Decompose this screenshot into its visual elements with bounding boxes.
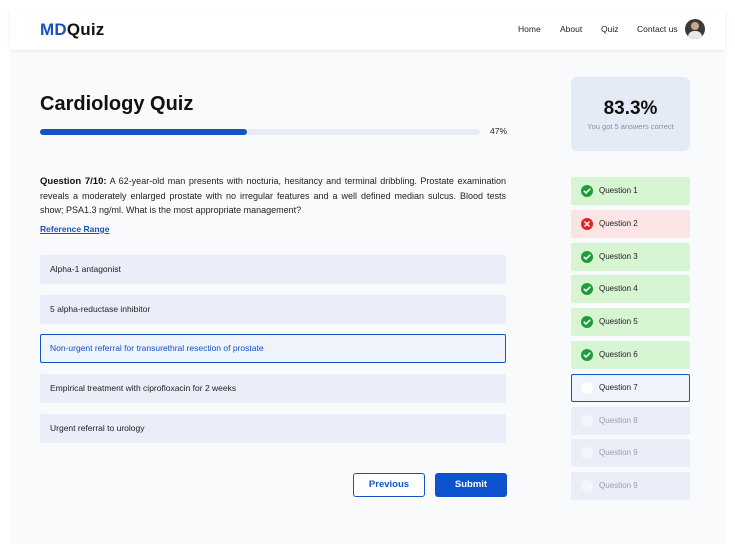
question-nav-item[interactable]: Question 2 bbox=[571, 209, 690, 238]
nav-home[interactable]: Home bbox=[518, 24, 541, 34]
nav-about[interactable]: About bbox=[560, 24, 582, 34]
check-circle-icon bbox=[581, 349, 593, 361]
submit-button[interactable]: Submit bbox=[435, 473, 507, 497]
question-nav-label: Question 5 bbox=[599, 317, 638, 327]
question-nav-item[interactable]: Question 1 bbox=[571, 177, 690, 205]
progress-fill bbox=[40, 129, 247, 135]
question-nav-item[interactable]: Question 9 bbox=[571, 439, 690, 468]
x-circle-icon bbox=[581, 217, 593, 230]
avatar-body bbox=[688, 31, 702, 39]
question-body: A 62-year-old man presents with nocturia… bbox=[40, 176, 506, 215]
check-circle-icon bbox=[581, 185, 593, 197]
question-nav-item[interactable]: Question 9 bbox=[571, 472, 690, 501]
question-nav-label: Question 3 bbox=[599, 251, 638, 261]
logo-quiz: Quiz bbox=[66, 20, 105, 39]
check-circle-icon bbox=[581, 250, 593, 263]
nav-contact[interactable]: Contact us bbox=[637, 24, 678, 34]
question-number: Question 7/10: bbox=[40, 176, 107, 187]
avatar[interactable] bbox=[685, 19, 705, 39]
question-nav-label: Question 7 bbox=[599, 382, 638, 392]
answer-option[interactable]: Alpha-1 antagonist bbox=[40, 255, 506, 284]
previous-button[interactable]: Previous bbox=[353, 473, 425, 497]
question-nav-item[interactable]: Question 7 bbox=[571, 373, 690, 402]
empty-circle-icon bbox=[581, 414, 593, 427]
question-nav-label: Question 1 bbox=[599, 186, 638, 195]
empty-circle-icon bbox=[581, 480, 593, 493]
question-nav-item[interactable]: Question 3 bbox=[571, 242, 690, 271]
nav-quiz[interactable]: Quiz bbox=[601, 24, 618, 34]
empty-circle-icon bbox=[581, 381, 593, 394]
question-nav-item[interactable]: Question 6 bbox=[571, 341, 690, 369]
check-circle-icon bbox=[581, 316, 593, 329]
answer-option[interactable]: Urgent referral to urology bbox=[40, 414, 506, 443]
score-card: 83.3% You got 5 answers correct bbox=[571, 77, 690, 151]
empty-circle-icon bbox=[581, 447, 593, 460]
reference-range-link[interactable]: Reference Range bbox=[40, 224, 109, 234]
avatar-head bbox=[691, 22, 699, 30]
answer-option[interactable]: Non-urgent referral for transurethral re… bbox=[40, 334, 506, 363]
progress-bar bbox=[40, 129, 480, 135]
question-nav-label: Question 8 bbox=[599, 415, 638, 425]
logo-md: MD bbox=[40, 20, 67, 39]
question-nav-item[interactable]: Question 4 bbox=[571, 275, 690, 304]
answer-option[interactable]: 5 alpha-reductase inhibitor bbox=[40, 295, 506, 324]
navbar: MDQuiz Home About Quiz Contact us bbox=[10, 10, 725, 50]
question-nav-label: Question 9 bbox=[599, 448, 638, 458]
check-circle-icon bbox=[581, 283, 593, 296]
question-nav-label: Question 4 bbox=[599, 284, 638, 294]
page: MDQuiz Home About Quiz Contact us Cardio… bbox=[10, 10, 725, 544]
question-nav-item[interactable]: Question 5 bbox=[571, 308, 690, 337]
question-nav-item[interactable]: Question 8 bbox=[571, 406, 690, 435]
logo[interactable]: MDQuiz bbox=[40, 20, 104, 40]
score-subtitle: You got 5 answers correct bbox=[587, 122, 674, 131]
question-nav-label: Question 2 bbox=[599, 218, 638, 228]
answer-option[interactable]: Empirical treatment with ciprofloxacin f… bbox=[40, 374, 506, 403]
quiz-title: Cardiology Quiz bbox=[40, 93, 194, 115]
question-nav-label: Question 6 bbox=[599, 350, 638, 359]
question-nav-label: Question 9 bbox=[599, 481, 638, 491]
question-text: Question 7/10: A 62-year-old man present… bbox=[40, 174, 506, 217]
progress-percent: 47% bbox=[490, 126, 508, 136]
score-value: 83.3% bbox=[603, 98, 658, 119]
